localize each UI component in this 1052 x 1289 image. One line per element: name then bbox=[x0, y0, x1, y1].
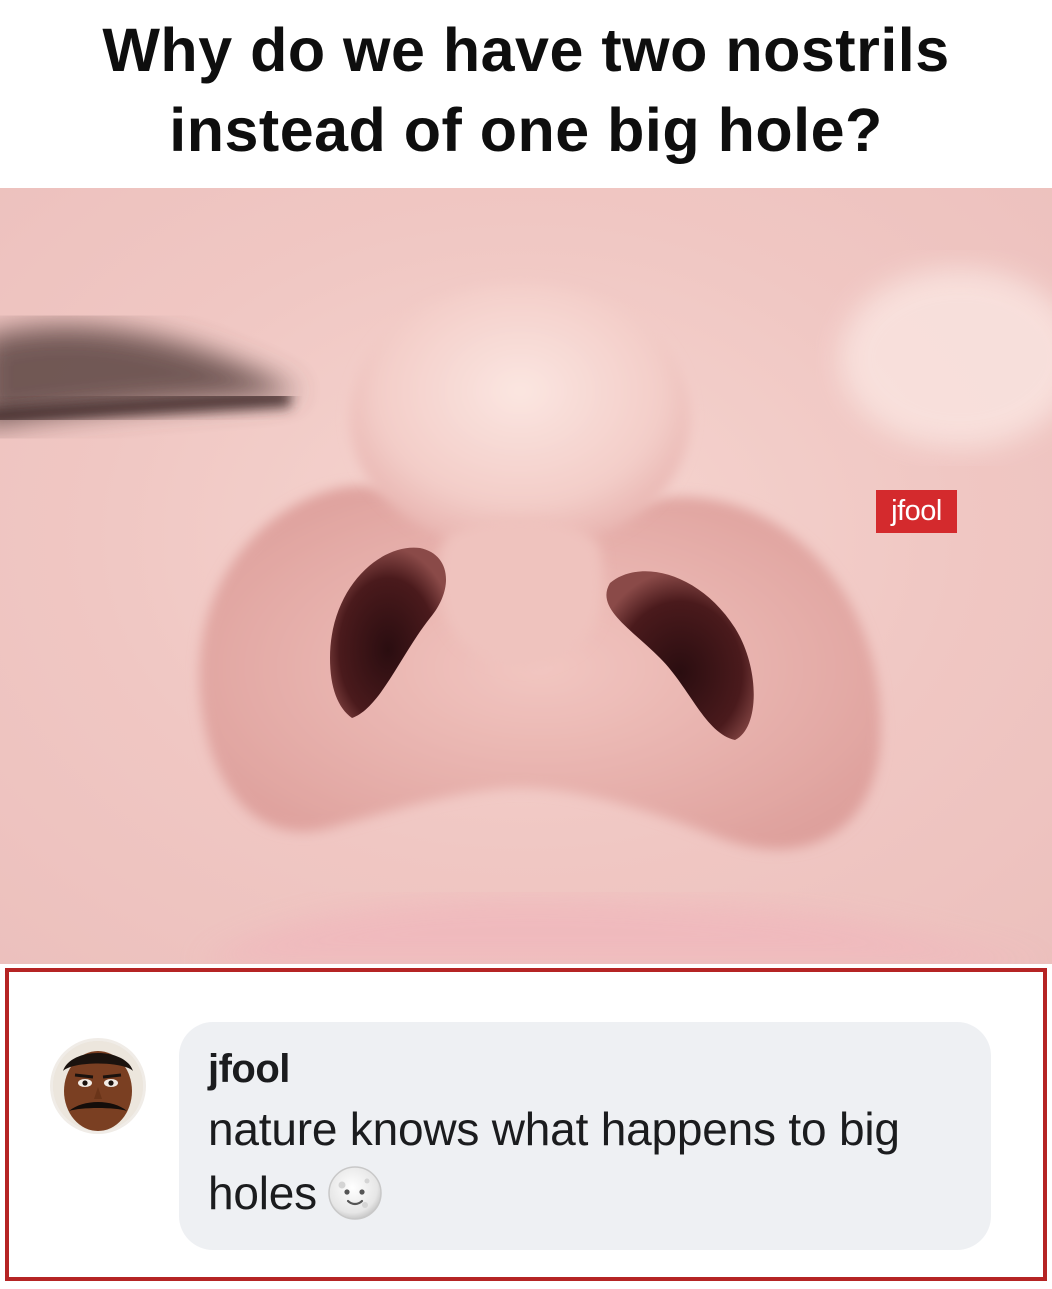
meme-title: Why do we have two nostrils instead of o… bbox=[102, 16, 950, 164]
nose-photo: jfool bbox=[0, 188, 1052, 964]
watermark-badge: jfool bbox=[876, 490, 957, 533]
new-moon-face-icon bbox=[327, 1165, 383, 1221]
comment-author[interactable]: jfool bbox=[208, 1044, 961, 1094]
comment-bubble: jfool nature knows what happens to big h… bbox=[179, 1022, 991, 1250]
avatar[interactable] bbox=[53, 1041, 143, 1131]
comment-frame: jfool nature knows what happens to big h… bbox=[5, 968, 1047, 1281]
comment-body: nature knows what happens to big holes bbox=[208, 1097, 961, 1225]
comment-text: nature knows what happens to big holes bbox=[208, 1103, 900, 1219]
